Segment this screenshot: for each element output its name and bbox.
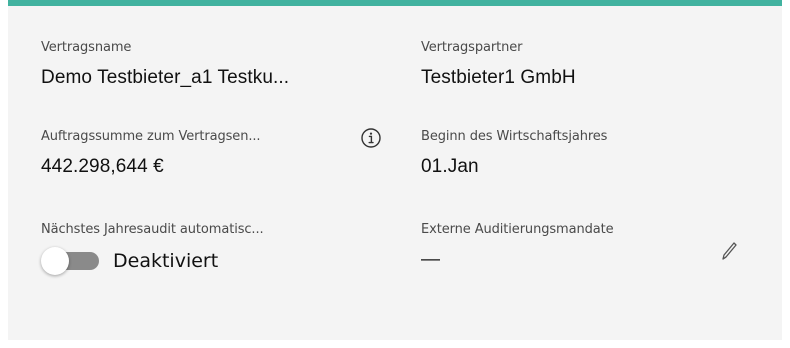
field-vertragsname: Vertragsname Demo Testbieter_a1 Testku..… (41, 40, 289, 89)
vertragspartner-label: Vertragspartner (421, 40, 523, 55)
externe-value: — (421, 249, 440, 270)
jahresaudit-toggle-label: Deaktiviert (113, 250, 219, 272)
info-icon[interactable] (360, 127, 382, 149)
auftragssumme-label: Auftragssumme zum Vertragsen... (41, 129, 261, 144)
contract-details-card: Vertragsname Demo Testbieter_a1 Testku..… (8, 0, 782, 340)
auftragssumme-value: 442.298,644 € (41, 156, 164, 177)
toggle-knob (41, 247, 69, 275)
field-auftragssumme: Auftragssumme zum Vertragsen... 442.298,… (41, 129, 261, 178)
jahresaudit-toggle[interactable] (41, 247, 101, 275)
externe-label: Externe Auditierungsmandate (421, 222, 614, 237)
beginn-value: 01.Jan (421, 156, 479, 177)
vertragsname-label: Vertragsname (41, 40, 132, 55)
field-externe-auditierungsmandate: Externe Auditierungsmandate — (421, 222, 614, 271)
jahresaudit-toggle-row: Deaktiviert (41, 247, 264, 275)
field-jahresaudit: Nächstes Jahresaudit automatisc... Deakt… (41, 222, 264, 275)
jahresaudit-label: Nächstes Jahresaudit automatisc... (41, 222, 264, 237)
field-vertragspartner: Vertragspartner Testbieter1 GmbH (421, 40, 576, 89)
pencil-icon[interactable] (720, 240, 738, 262)
vertragsname-value: Demo Testbieter_a1 Testku... (41, 67, 290, 88)
vertragspartner-value: Testbieter1 GmbH (421, 67, 576, 88)
beginn-label: Beginn des Wirtschaftsjahres (421, 129, 608, 144)
field-beginn-wirtschaftsjahr: Beginn des Wirtschaftsjahres 01.Jan (421, 129, 607, 178)
